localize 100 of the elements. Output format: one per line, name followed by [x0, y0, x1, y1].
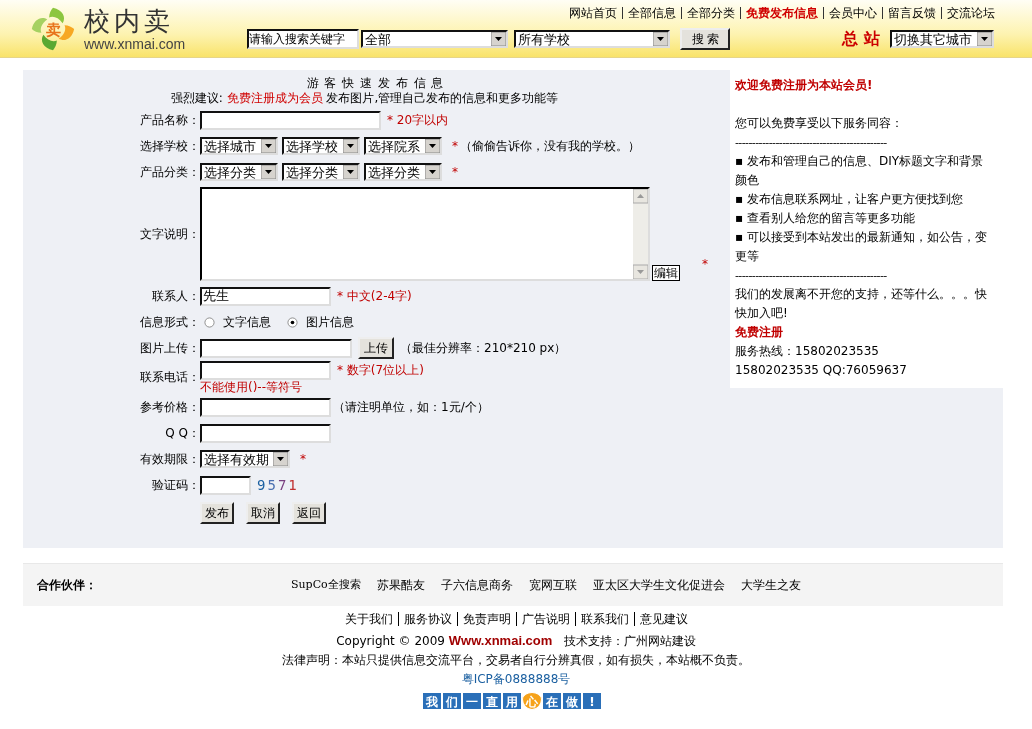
required-hint: * 20字以内 [387, 111, 449, 129]
partner-link[interactable]: 苏果酷友 [376, 576, 425, 594]
radio-button[interactable] [287, 316, 298, 328]
radio-label: 图片信息 [306, 313, 354, 331]
form-button[interactable]: 发布 [200, 502, 234, 524]
field-label: 选择学校： [139, 137, 200, 155]
copyright-text: Copyright © 2009 [336, 634, 445, 648]
caret-icon [425, 139, 440, 153]
hint-text: （偷偷告诉你，没有我的学校。） [460, 137, 640, 155]
required-hint: * [300, 452, 306, 466]
input-field[interactable] [200, 423, 331, 443]
partner-link[interactable]: 子六信息商务 [440, 576, 513, 594]
icp-link[interactable]: 粤ICP备0888888号 [461, 672, 571, 686]
dropdown[interactable]: 选择城市 [200, 137, 278, 155]
logo-text: 校内卖 [84, 5, 175, 36]
benefit-item: ▪ 查看别人给您的留言等更多功能 [735, 210, 916, 227]
contact-text: 15802023535 QQ:76059637 [735, 362, 908, 379]
dropdown[interactable]: 全部 [361, 30, 509, 48]
input-field[interactable] [200, 397, 331, 417]
nav-link[interactable]: 全部分类 [681, 7, 740, 19]
slogan-badge: 我 们 一 直 用 心 在 做 ! [0, 692, 1032, 710]
caret-icon [491, 32, 507, 46]
dropdown[interactable]: 选择分类 [282, 163, 360, 181]
dropdown[interactable]: 选择分类 [200, 163, 278, 181]
radio-button[interactable] [204, 316, 215, 328]
dropdown[interactable]: 选择院系 [364, 137, 442, 155]
input-field[interactable] [200, 361, 331, 380]
radio-label: 文字信息 [223, 313, 271, 331]
dropdown[interactable]: 所有学校 [514, 30, 671, 48]
field-label: 产品名称： [139, 111, 200, 129]
nav-link[interactable]: 交流论坛 [941, 7, 1000, 19]
nav-link[interactable]: 网站首页 [564, 7, 622, 19]
field-label: 参考价格： [139, 398, 200, 416]
search-field[interactable]: 请输入搜索关键字 [247, 29, 360, 49]
warning-text: 不能使用()--等符号 [200, 380, 304, 394]
register-link[interactable]: 免费注册 [735, 323, 1003, 342]
file-field[interactable] [200, 338, 352, 358]
upload-button[interactable]: 上传 [358, 337, 394, 359]
site-label: 总 站 [842, 28, 880, 50]
required-hint: * [452, 139, 458, 153]
dropdown[interactable]: 选择分类 [364, 163, 442, 181]
caret-icon [273, 452, 288, 466]
nav-link[interactable]: 全部信息 [622, 7, 681, 19]
required-hint: * [702, 257, 708, 271]
required-hint: * 数字(7位以上) [337, 362, 424, 379]
field-label: 产品分类： [139, 163, 200, 181]
site-link[interactable]: Www.xnmai.com [448, 633, 553, 648]
required-hint: * 中文(2-4字) [337, 287, 412, 305]
support-text: 技术支持：广州网站建设 [563, 634, 696, 648]
panel-text: 我们的发展离不开您的支持，还等什么。。。快快加入吧! [735, 286, 988, 322]
footer-link[interactable]: 免责声明 [456, 612, 516, 626]
dropdown[interactable]: 选择有效期 [200, 450, 290, 468]
footer-link[interactable]: 服务协议 [397, 612, 457, 626]
partners-label: 合作伙伴： [37, 576, 98, 594]
divider-text: --------------------------------------------- [735, 268, 888, 284]
legal-text: 法律声明：本站只提供信息交流平台，交易者自行分辨真假，如有损失，本站概不负责。 [282, 653, 750, 667]
edit-button[interactable]: 编辑 [652, 265, 680, 281]
caret-icon [343, 139, 358, 153]
register-link[interactable]: 免费注册成为会员 [226, 91, 323, 105]
footer-link[interactable]: 联系我们 [574, 612, 634, 626]
dropdown[interactable]: 切换其它城市 [890, 30, 994, 48]
field-label: 图片上传： [139, 339, 200, 357]
nav-link[interactable]: 免费发布信息 [740, 7, 823, 19]
input-field[interactable]: 先生 [200, 286, 331, 306]
search-button[interactable]: 搜 索 [680, 28, 731, 50]
nav-link[interactable]: 会员中心 [823, 7, 882, 19]
input-field[interactable] [200, 110, 381, 130]
footer-link[interactable]: 意见建议 [633, 612, 693, 626]
partner-link[interactable]: 亚太区大学生文化促进会 [592, 576, 725, 594]
footer-link[interactable]: 广告说明 [515, 612, 575, 626]
input-field[interactable] [200, 475, 251, 495]
form-title: 游 客 快 速 发 布 信 息 [305, 76, 446, 90]
benefit-item: ▪ 可以接受到本站发出的最新通知，如公告，变更等 [735, 229, 988, 265]
site-domain: www.xnmai.com [84, 35, 186, 52]
benefit-item: ▪ 发布信息联系网址，让客户更方便找到您 [735, 191, 964, 208]
form-button[interactable]: 取消 [246, 502, 280, 524]
field-label: 联系电话： [139, 369, 200, 386]
hotline-text: 服务热线：15802023535 [735, 343, 880, 360]
scrollbar[interactable] [633, 189, 648, 279]
hint-text: （请注明单位，如：1元/个） [333, 398, 489, 416]
caret-icon [343, 165, 358, 179]
partner-link[interactable]: 宽网互联 [528, 576, 577, 594]
caret-icon [425, 165, 440, 179]
form-button[interactable]: 返回 [292, 502, 326, 524]
caret-icon [653, 32, 669, 46]
footer-link[interactable]: 关于我们 [339, 612, 398, 626]
field-label: Q Q： [164, 424, 200, 442]
field-label: 文字说明： [139, 225, 200, 243]
caret-icon [261, 139, 276, 153]
dropdown[interactable]: 选择学校 [282, 137, 360, 155]
divider-text: --------------------------------------------- [735, 135, 888, 151]
field-label: 联系人： [151, 287, 200, 305]
partner-link[interactable]: 大学生之友 [740, 576, 801, 594]
partner-link[interactable]: SupCo全搜索 [291, 576, 361, 594]
caret-icon [261, 165, 276, 179]
nav-link[interactable]: 留言反馈 [882, 7, 941, 19]
panel-title: 欢迎免费注册为本站会员! [735, 77, 874, 94]
panel-text: 您可以免费享受以下服务同容： [735, 115, 904, 132]
field-label: 验证码： [151, 476, 200, 494]
text-area[interactable] [200, 187, 650, 281]
